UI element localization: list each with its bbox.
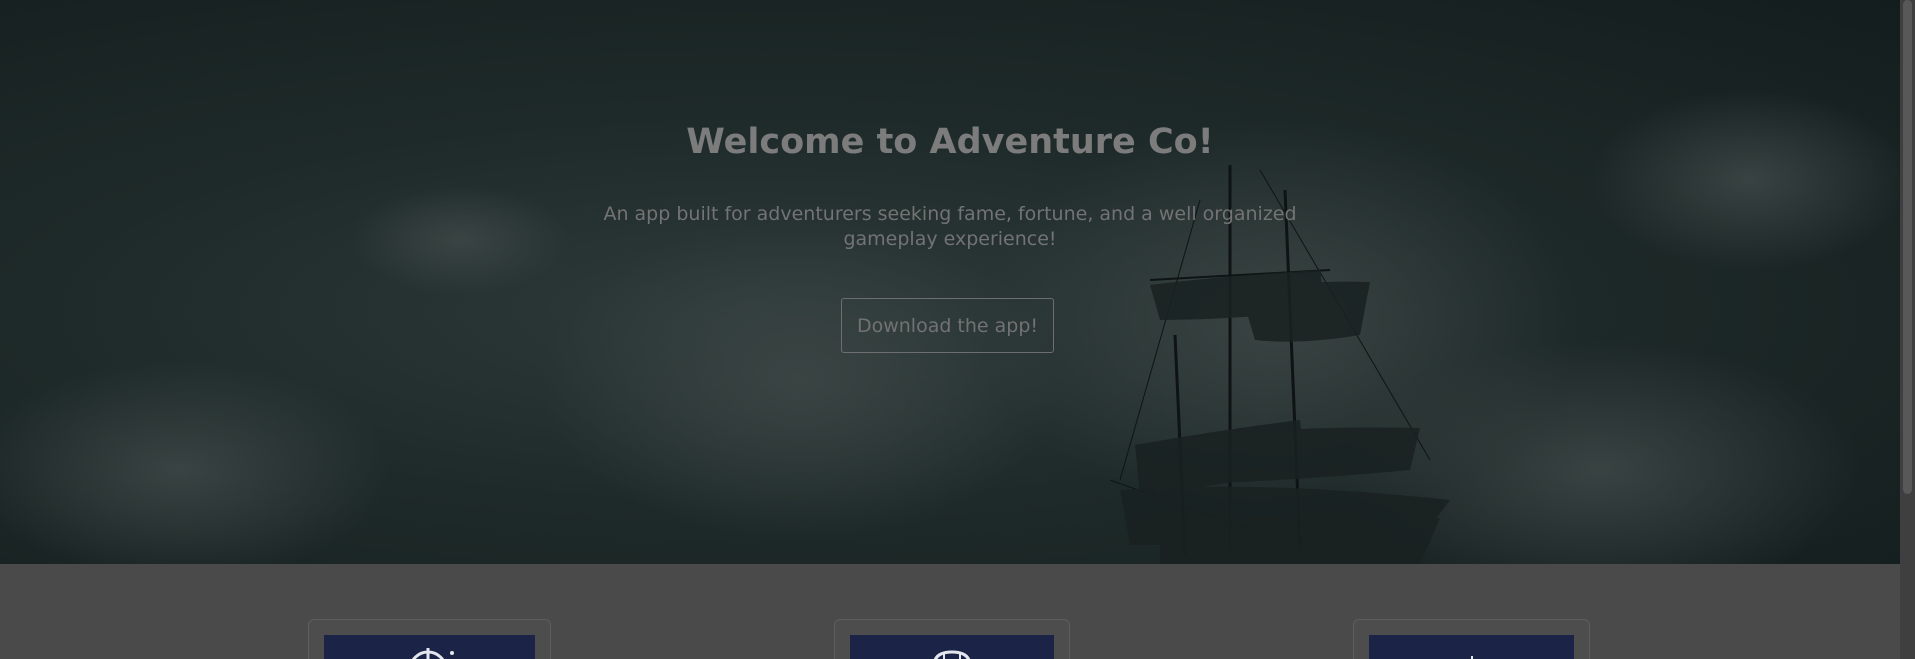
feature-card-chest[interactable] xyxy=(834,619,1070,659)
feature-card-crown[interactable] xyxy=(1353,619,1590,659)
crown-icon xyxy=(1470,656,1473,659)
page-scrollbar[interactable] xyxy=(1900,0,1915,659)
page: Welcome to Adventure Co! An app built fo… xyxy=(0,0,1900,659)
storm-ship-background xyxy=(0,90,1900,564)
feature-card-image xyxy=(1369,635,1574,659)
feature-card-image xyxy=(324,635,535,659)
hero-subtitle: An app built for adventurers seeking fam… xyxy=(603,203,1297,250)
features-section xyxy=(0,564,1900,659)
scrollbar-thumb[interactable] xyxy=(1903,0,1912,494)
hero-title: Welcome to Adventure Co! xyxy=(686,122,1214,162)
compass-icon xyxy=(411,648,454,659)
chest-icon xyxy=(933,650,971,659)
download-app-button[interactable]: Download the app! xyxy=(841,298,1054,353)
feature-card-image xyxy=(850,635,1054,659)
feature-card-compass[interactable] xyxy=(308,619,551,659)
hero-section: Welcome to Adventure Co! An app built fo… xyxy=(0,0,1900,564)
